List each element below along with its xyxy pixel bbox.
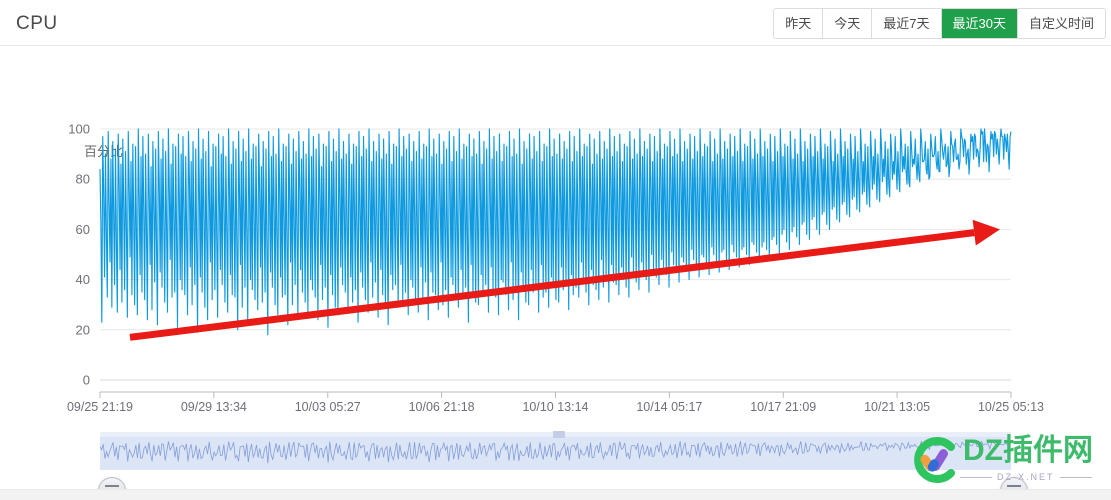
cpu-line-chart[interactable]: 0 20 40 60 80 100 09/25 21:19 09/29 13:34 10/03… [0, 47, 1111, 477]
x-axis-tick-labels: 09/25 21:19 09/29 13:34 10/03 05:27 10/06 2… [67, 400, 1044, 414]
x-axis [99, 391, 1012, 398]
cpu-series-path [99, 128, 1012, 336]
page-header: CPU 昨天 今天 最近7天 最近30天 自定义时间 [0, 0, 1111, 46]
footer-strip [0, 489, 1111, 500]
time-range-button-group[interactable]: 昨天 今天 最近7天 最近30天 自定义时间 [773, 8, 1106, 39]
svg-text:10/10 13:14: 10/10 13:14 [522, 400, 588, 414]
svg-text:10/03 05:27: 10/03 05:27 [295, 400, 361, 414]
chart-card: 百分比 0 20 40 60 80 100 09/25 21:19 09/29 13:34 1… [0, 47, 1111, 500]
svg-text:20: 20 [76, 322, 90, 337]
svg-text:40: 40 [76, 272, 90, 287]
svg-text:10/17 21:09: 10/17 21:09 [750, 400, 816, 414]
svg-text:09/29 13:34: 09/29 13:34 [181, 400, 247, 414]
svg-text:10/21 13:05: 10/21 13:05 [864, 400, 930, 414]
svg-text:80: 80 [76, 172, 90, 187]
range-button-today[interactable]: 今天 [823, 9, 873, 38]
svg-text:60: 60 [76, 222, 90, 237]
chart-plot-wrapper: 0 20 40 60 80 100 09/25 21:19 09/29 13:34 10/03… [0, 47, 1111, 477]
cpu-monitor-page: CPU 昨天 今天 最近7天 最近30天 自定义时间 百分比 0 20 40 60 80… [0, 0, 1111, 500]
svg-text:10/14 05:17: 10/14 05:17 [636, 400, 702, 414]
svg-text:10/06 21:18: 10/06 21:18 [409, 400, 475, 414]
svg-text:09/25 21:19: 09/25 21:19 [67, 400, 133, 414]
range-button-last-7-days[interactable]: 最近7天 [872, 9, 942, 38]
svg-text:100: 100 [68, 122, 90, 137]
range-button-last-30-days[interactable]: 最近30天 [941, 9, 1018, 38]
range-button-custom-time[interactable]: 自定义时间 [1017, 9, 1105, 38]
data-zoom-slider[interactable] [99, 431, 1012, 470]
page-title: CPU [16, 13, 58, 34]
range-button-yesterday[interactable]: 昨天 [774, 9, 824, 38]
svg-text:10/25 05:13: 10/25 05:13 [978, 400, 1044, 414]
y-axis-tick-labels: 0 20 40 60 80 100 [68, 122, 90, 388]
svg-text:0: 0 [83, 373, 90, 388]
